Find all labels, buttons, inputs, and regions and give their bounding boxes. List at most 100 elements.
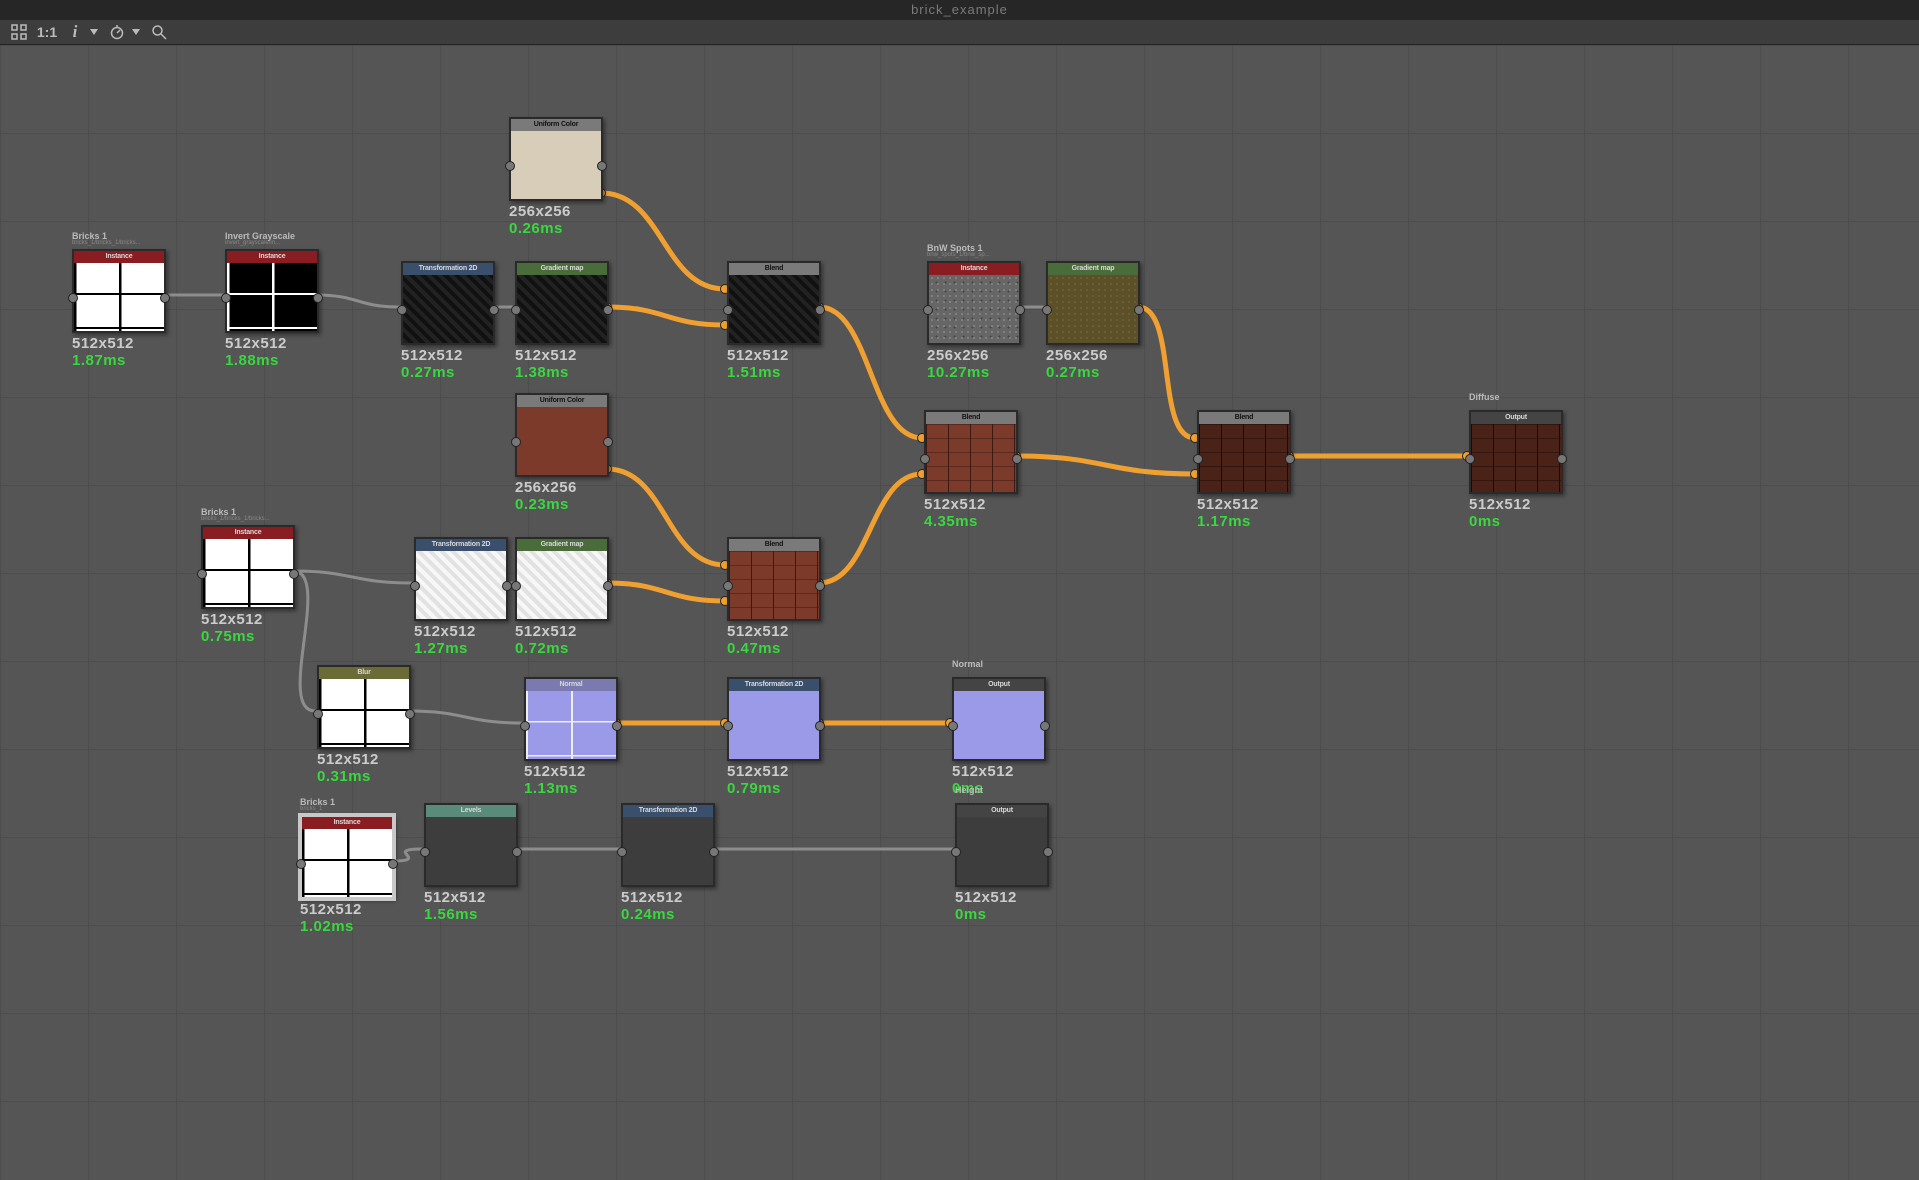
node-frame[interactable]: Transformation 2D (727, 677, 821, 761)
graph-node[interactable]: Gradient map 512x512 1.38ms (515, 261, 605, 381)
node-connector-in[interactable] (1465, 454, 1475, 464)
node-connector-in[interactable] (68, 293, 78, 303)
node-connector-out[interactable] (603, 305, 613, 315)
node-connector-in[interactable] (948, 721, 958, 731)
node-frame[interactable]: Blend (727, 261, 821, 345)
node-connector-in[interactable] (313, 709, 323, 719)
info-dropdown-icon[interactable] (90, 29, 98, 35)
node-connector-out[interactable] (1557, 454, 1567, 464)
graph-node[interactable]: Blend 512x512 1.17ms (1197, 410, 1287, 530)
node-connector-in[interactable] (410, 581, 420, 591)
node-connector-out[interactable] (1012, 454, 1022, 464)
node-connector-out[interactable] (1015, 305, 1025, 315)
node-frame[interactable]: Blend (1197, 410, 1291, 494)
node-frame[interactable]: Blend (727, 537, 821, 621)
node-connector-out[interactable] (603, 437, 613, 447)
node-frame[interactable]: Transformation 2D (414, 537, 508, 621)
node-connector-out[interactable] (815, 305, 825, 315)
node-connector-in[interactable] (511, 305, 521, 315)
node-connector-out[interactable] (1134, 305, 1144, 315)
graph-node[interactable]: Bricks 1bricks_1 Instance 512x512 1.02ms (300, 815, 390, 935)
node-frame[interactable]: Blur (317, 665, 411, 749)
node-connector-in[interactable] (296, 859, 306, 869)
fit-view-icon[interactable] (10, 23, 28, 41)
node-connector-out[interactable] (709, 847, 719, 857)
graph-node[interactable]: Invert Grayscaleinvert_grayscale/in... I… (225, 249, 315, 369)
node-frame[interactable]: Instance (300, 815, 394, 899)
node-connector-out[interactable] (160, 293, 170, 303)
graph-node[interactable]: Gradient map 256x256 0.27ms (1046, 261, 1136, 381)
node-connector-out[interactable] (489, 305, 499, 315)
node-connector-out[interactable] (388, 859, 398, 869)
graph-node[interactable]: Height Output 512x512 0ms (955, 803, 1045, 923)
info-icon[interactable]: i (66, 23, 84, 41)
node-connector-in[interactable] (1042, 305, 1052, 315)
node-connector-out[interactable] (512, 847, 522, 857)
node-connector-out[interactable] (289, 569, 299, 579)
node-connector-in[interactable] (723, 721, 733, 731)
node-connector-out[interactable] (1285, 454, 1295, 464)
node-connector-in[interactable] (511, 581, 521, 591)
node-frame[interactable]: Output (955, 803, 1049, 887)
node-connector-out[interactable] (603, 581, 613, 591)
node-frame[interactable]: Normal (524, 677, 618, 761)
node-connector-out[interactable] (1040, 721, 1050, 731)
graph-node[interactable]: Blend 512x512 4.35ms (924, 410, 1014, 530)
graph-node[interactable]: Blur 512x512 0.31ms (317, 665, 407, 785)
node-connector-out[interactable] (405, 709, 415, 719)
graph-node[interactable]: Transformation 2D 512x512 0.24ms (621, 803, 711, 923)
graph-node[interactable]: Normal Output 512x512 0ms (952, 677, 1042, 797)
node-frame[interactable]: Output (1469, 410, 1563, 494)
timer-dropdown-icon[interactable] (132, 29, 140, 35)
graph-node[interactable]: Blend 512x512 1.51ms (727, 261, 817, 381)
graph-node[interactable]: Bricks 1bricks_1/bricks_1/bricks... Inst… (201, 525, 291, 645)
node-connector-in[interactable] (923, 305, 933, 315)
node-frame[interactable]: Gradient map (515, 261, 609, 345)
node-connector-in[interactable] (505, 161, 515, 171)
node-frame[interactable]: Gradient map (1046, 261, 1140, 345)
graph-node[interactable]: Normal 512x512 1.13ms (524, 677, 614, 797)
node-frame[interactable]: Uniform Color (509, 117, 603, 201)
node-connector-out[interactable] (1043, 847, 1053, 857)
node-connector-out[interactable] (597, 161, 607, 171)
graph-node[interactable]: Bricks 1bricks_1/bricks_1/bricks... Inst… (72, 249, 162, 369)
actual-size-icon[interactable]: 1:1 (38, 23, 56, 41)
node-connector-in[interactable] (723, 305, 733, 315)
graph-node[interactable]: Transformation 2D 512x512 0.79ms (727, 677, 817, 797)
node-connector-out[interactable] (313, 293, 323, 303)
node-frame[interactable]: Gradient map (515, 537, 609, 621)
graph-node[interactable]: BnW Spots 1bnw_spots_1/bnw_sp... Instanc… (927, 261, 1017, 381)
search-icon[interactable] (150, 23, 168, 41)
node-frame[interactable]: Instance (72, 249, 166, 333)
graph-node[interactable]: Blend 512x512 0.47ms (727, 537, 817, 657)
graph-node[interactable]: Uniform Color 256x256 0.23ms (515, 393, 605, 513)
timer-icon[interactable] (108, 23, 126, 41)
graph-node[interactable]: Uniform Color 256x256 0.26ms (509, 117, 599, 237)
node-connector-out[interactable] (815, 721, 825, 731)
node-frame[interactable]: Instance (201, 525, 295, 609)
node-connector-in[interactable] (920, 454, 930, 464)
node-frame[interactable]: Transformation 2D (401, 261, 495, 345)
node-connector-in[interactable] (520, 721, 530, 731)
node-connector-in[interactable] (420, 847, 430, 857)
node-connector-in[interactable] (221, 293, 231, 303)
graph-node[interactable]: Transformation 2D 512x512 0.27ms (401, 261, 491, 381)
node-connector-in[interactable] (1193, 454, 1203, 464)
graph-node[interactable]: Levels 512x512 1.56ms (424, 803, 514, 923)
node-connector-in[interactable] (197, 569, 207, 579)
node-connector-in[interactable] (397, 305, 407, 315)
node-frame[interactable]: Levels (424, 803, 518, 887)
graph-node[interactable]: Transformation 2D 512x512 1.27ms (414, 537, 504, 657)
node-connector-in[interactable] (723, 581, 733, 591)
node-frame[interactable]: Blend (924, 410, 1018, 494)
node-graph-canvas[interactable]: Uniform Color 256x256 0.26ms Bricks 1bri… (0, 45, 1919, 1180)
graph-node[interactable]: Diffuse Output 512x512 0ms (1469, 410, 1559, 530)
node-frame[interactable]: Instance (927, 261, 1021, 345)
node-connector-in[interactable] (951, 847, 961, 857)
node-frame[interactable]: Instance (225, 249, 319, 333)
node-connector-in[interactable] (617, 847, 627, 857)
node-connector-out[interactable] (815, 581, 825, 591)
node-frame[interactable]: Transformation 2D (621, 803, 715, 887)
node-frame[interactable]: Output (952, 677, 1046, 761)
node-connector-in[interactable] (511, 437, 521, 447)
